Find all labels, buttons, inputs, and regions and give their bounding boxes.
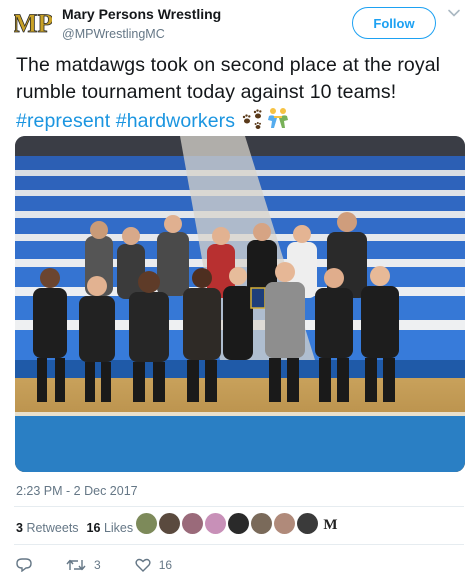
likes-stat[interactable]: 16 Likes [87,521,134,535]
reply-button[interactable] [16,558,32,572]
user-names: Mary Persons Wrestling @MPWrestlingMC [62,6,221,43]
liker-avatar[interactable]: M [320,513,341,534]
liker-avatar[interactable] [274,513,295,534]
liker-avatar[interactable] [159,513,180,534]
tweet-actions: 3 16 [16,558,206,572]
divider-bottom [14,544,464,545]
reply-icon [16,558,32,572]
tweet-stats: 3 Retweets 16 Likes [16,521,133,535]
tweet-text: The matdawgs took on second place at the… [16,52,456,138]
paw-prints-emoji [241,108,265,138]
liker-avatar[interactable] [228,513,249,534]
team-photo-image [15,136,465,472]
team-photo[interactable] [15,136,465,472]
retweet-icon [66,559,86,571]
hashtag-represent[interactable]: #represent [16,110,110,132]
retweet-button[interactable]: 3 [66,558,101,572]
chevron-down-icon[interactable] [446,5,462,21]
svg-text:MP: MP [14,9,52,38]
like-button[interactable]: 16 [135,558,172,572]
liker-avatar[interactable] [251,513,272,534]
liker-avatar[interactable] [205,513,226,534]
retweets-stat[interactable]: 3 Retweets [16,521,79,535]
follow-button[interactable]: Follow [352,7,436,39]
people-wrestling-emoji [265,106,291,138]
retweet-count: 3 [94,558,101,572]
hashtag-hardworkers[interactable]: #hardworkers [116,110,235,132]
like-count: 16 [158,558,173,572]
mp-logo-icon: MP [14,4,52,42]
liker-avatar[interactable] [182,513,203,534]
liker-avatar[interactable] [136,513,157,534]
heart-icon [135,558,151,572]
likers-avatars: M [136,513,341,534]
display-name[interactable]: Mary Persons Wrestling [62,6,221,23]
tweet-header: MP Mary Persons Wrestling @MPWrestlingMC… [14,4,464,46]
liker-avatar[interactable] [297,513,318,534]
tweet-timestamp[interactable]: 2:23 PM - 2 Dec 2017 [16,484,138,498]
tweet-text-body: The matdawgs took on second place at the… [16,54,441,103]
divider-top [14,506,464,507]
user-handle[interactable]: @MPWrestlingMC [62,26,221,43]
avatar[interactable]: MP [14,4,52,42]
svg-text:M: M [323,517,337,533]
